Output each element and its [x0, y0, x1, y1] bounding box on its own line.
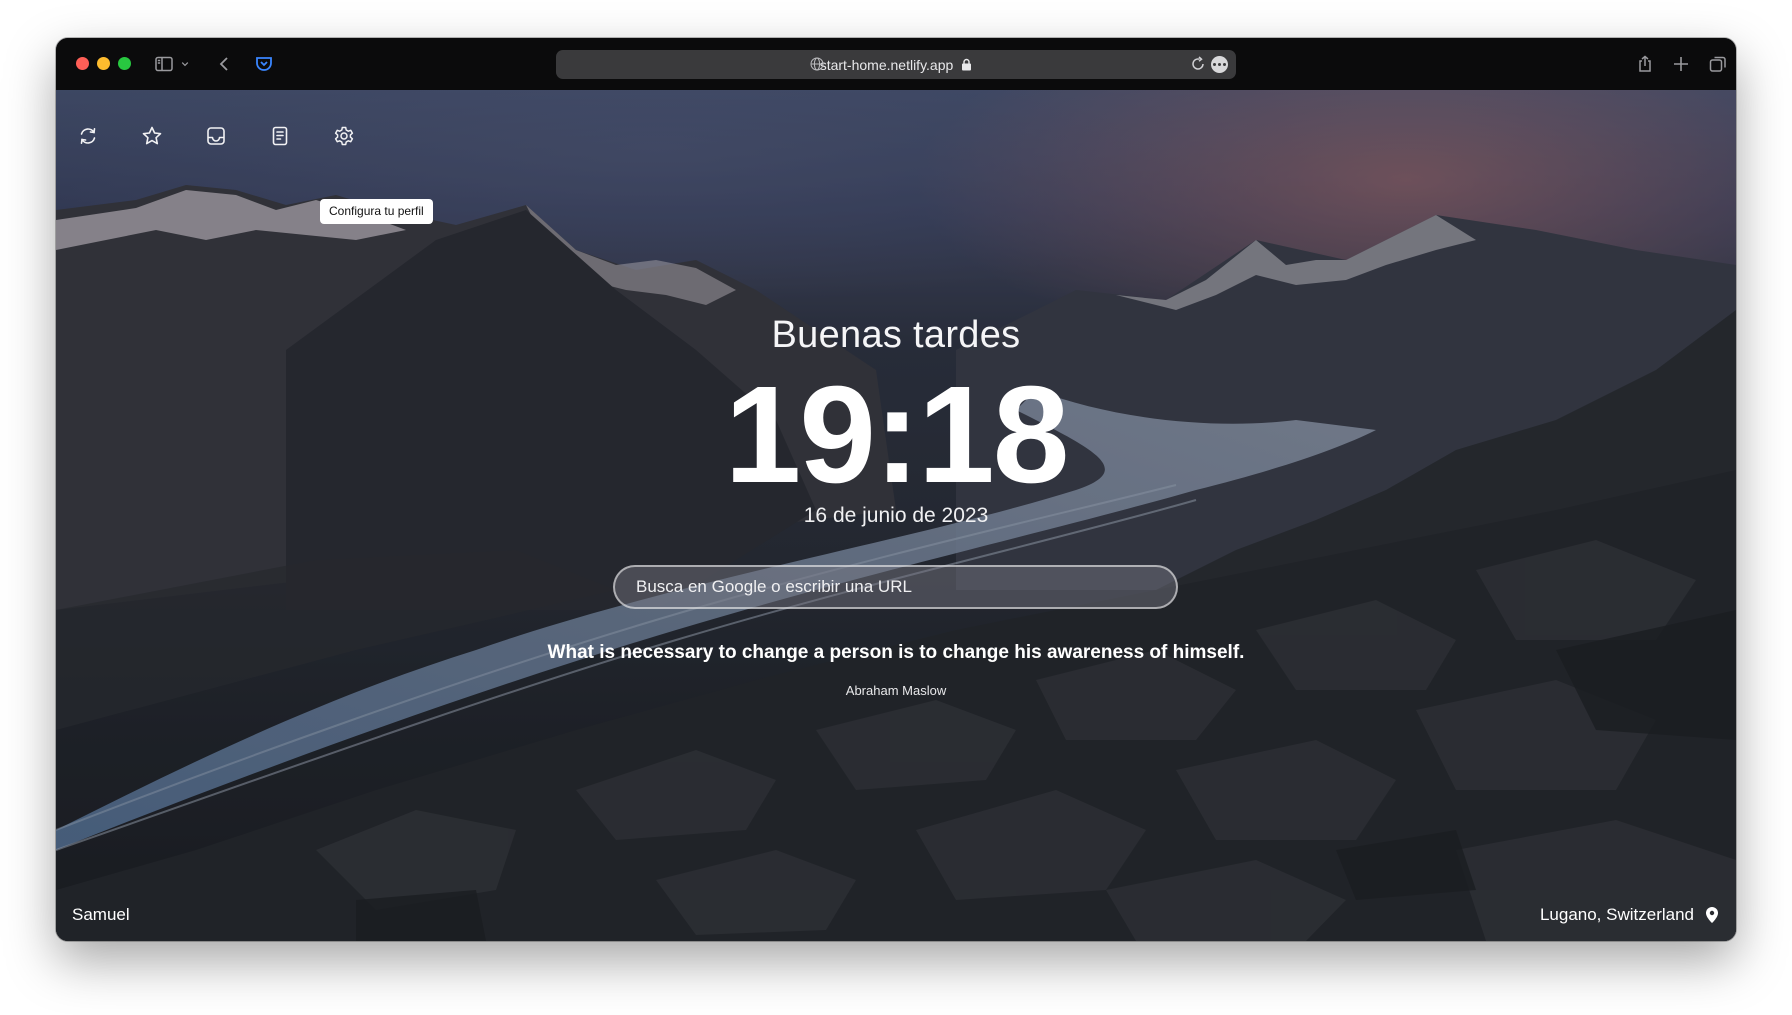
address-url: start-home.netlify.app	[819, 56, 954, 73]
favorites-button[interactable]	[136, 120, 168, 152]
reload-icon[interactable]	[1190, 56, 1206, 72]
new-tab-plus-icon[interactable]	[1669, 52, 1693, 76]
browser-window: start-home.netlify.app Configura tu perf…	[56, 38, 1736, 941]
settings-button[interactable]	[328, 120, 360, 152]
address-bar[interactable]: start-home.netlify.app	[556, 50, 1236, 79]
greeting-text: Buenas tardes	[771, 314, 1021, 356]
browser-titlebar: start-home.netlify.app	[56, 38, 1736, 90]
globe-icon	[810, 57, 824, 71]
pocket-shield-icon[interactable]	[252, 52, 276, 76]
start-toolbar	[72, 120, 360, 152]
gear-icon	[334, 126, 354, 146]
inbox-icon	[207, 127, 225, 145]
zoom-window-button[interactable]	[118, 57, 131, 70]
search-input[interactable]	[613, 565, 1178, 609]
sidebar-toggle-icon[interactable]	[152, 52, 176, 76]
more-options-icon[interactable]	[1211, 56, 1228, 73]
quote-author: Abraham Maslow	[845, 683, 947, 698]
refresh-icon	[80, 127, 96, 145]
location-pin-icon	[1706, 907, 1718, 923]
user-name: Samuel	[72, 905, 130, 924]
notes-button[interactable]	[264, 120, 296, 152]
start-page: Configura tu perfil Buenas tardes 19:18 …	[56, 90, 1736, 941]
refresh-button[interactable]	[72, 120, 104, 152]
inbox-button[interactable]	[200, 120, 232, 152]
star-icon	[142, 126, 162, 145]
close-window-button[interactable]	[76, 57, 89, 70]
minimize-window-button[interactable]	[97, 57, 110, 70]
quote-text: What is necessary to change a person is …	[547, 642, 1245, 663]
chevron-down-icon[interactable]	[178, 52, 192, 76]
lock-icon	[962, 58, 972, 71]
share-icon[interactable]	[1633, 52, 1657, 76]
notes-icon	[272, 126, 288, 146]
settings-tooltip: Configura tu perfil	[320, 199, 433, 224]
location-widget[interactable]: Lugano, Switzerland	[1540, 905, 1720, 925]
back-arrow-icon[interactable]	[212, 52, 236, 76]
tab-overview-icon[interactable]	[1706, 52, 1730, 76]
location-text: Lugano, Switzerland	[1539, 905, 1694, 924]
current-date: 16 de junio de 2023	[803, 504, 989, 527]
window-controls	[76, 57, 131, 70]
clock-time: 19:18	[724, 358, 1070, 512]
